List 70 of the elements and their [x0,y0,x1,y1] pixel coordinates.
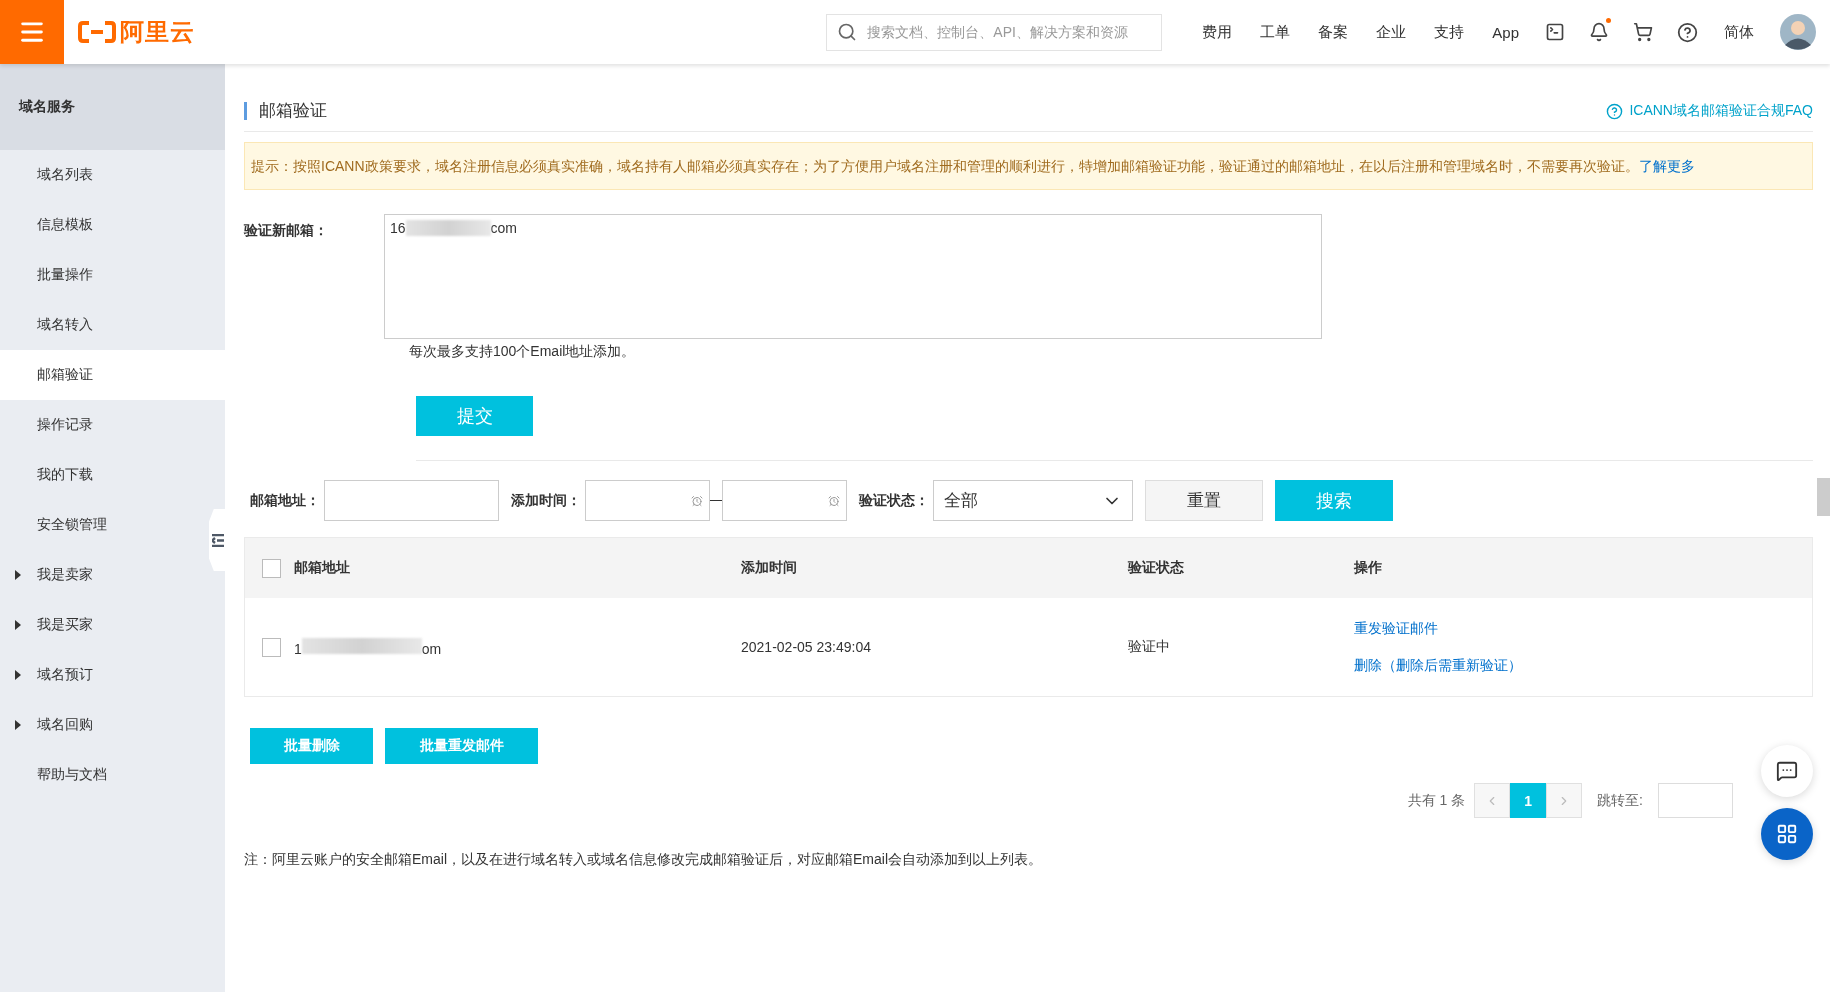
search-field[interactable]: 搜索文档、控制台、API、解决方案和资源 [826,13,1163,51]
sidebar-item[interactable]: 操作记录 [0,400,207,450]
sidebar-item[interactable]: 批量操作 [0,250,207,300]
help-icon [1606,102,1624,120]
sidebar-item[interactable]: 域名预订 [0,650,207,700]
logo-text: 阿里云 [120,17,195,47]
bell-icon [1589,22,1609,42]
clock-icon [691,494,703,507]
grid-icon [1776,823,1798,845]
column-header: 验证状态 [1128,559,1185,577]
terminal-icon [1545,22,1565,42]
action-link[interactable]: 删除（删除后需重新验证） [1354,656,1812,675]
sidebar-item[interactable]: 信息模板 [0,200,207,250]
chat-button[interactable] [1761,745,1813,797]
language-link[interactable]: 简体 [1710,22,1768,42]
collapse-handle[interactable] [209,509,225,571]
nav-link[interactable]: 企业 [1362,22,1421,42]
table-cell-text: 2021-02-05 23:49:04 [741,639,872,655]
row-checkbox[interactable] [262,637,281,657]
column-header: 添加时间 [741,559,798,577]
page-title: 邮箱验证 [244,102,327,120]
footnote-text: 注：阿里云账户的安全邮箱Email，以及在进行域名转入或域名信息修改完成邮箱验证后，对应邮箱Email会自动添加到以上列表。 [244,851,1043,869]
sidebar-item[interactable]: 域名转入 [0,300,207,350]
cart-icon [1633,22,1653,42]
email-cell: 1 om [294,637,442,657]
help-icon [1677,21,1698,43]
jump-field[interactable] [1658,783,1733,818]
sidebar-title: 域名服务 [0,64,225,150]
status-select[interactable]: 全部 [933,480,1133,521]
filter-label: 添加时间： [511,491,581,510]
filter-label: 邮箱地址： [250,491,320,510]
collapse-icon [212,533,224,547]
sidebar-item[interactable]: 我是买家 [0,600,207,650]
nav-link[interactable]: 支持 [1420,22,1479,42]
learn-more-link[interactable]: 了解更多 [1638,158,1695,174]
sidebar-item[interactable]: 安全锁管理 [0,500,207,550]
field-label: 验证新邮箱： [244,221,329,240]
notice-text: 提示：按照ICANN政策要求，域名注册信息必须真实准确，域名持有人邮箱必须真实存在；为了方便用户域名注册和管理的顺利进行，特增加邮箱验证功能，验证通过的邮箱地址，在以后注册和管理域名时，不需要再次验证。了解更多 [244,142,1813,190]
email-textarea[interactable]: 16 com [384,214,1322,339]
nav-link[interactable]: App [1478,23,1533,41]
sidebar-item[interactable]: 我是卖家 [0,550,207,600]
action-link[interactable]: 重发验证邮件 [1354,619,1812,638]
chat-icon [1776,760,1798,782]
column-header: 邮箱地址 [294,559,350,577]
column-header: 操作 [1353,559,1383,577]
sidebar-item[interactable]: 帮助与文档 [0,750,207,800]
hint-text: 每次最多支持100个Email地址添加。 [409,343,637,361]
select-all-checkbox[interactable] [262,558,281,578]
nav-link[interactable]: 费用 [1188,22,1247,42]
sidebar-item[interactable]: 域名回购 [0,700,207,750]
prev-page-button[interactable] [1474,783,1511,818]
end-date-field[interactable] [722,480,847,521]
table-cell-text: 验证中 [1128,638,1171,656]
search-icon [837,22,858,42]
apps-button[interactable] [1761,808,1813,860]
sidebar-item[interactable]: 我的下载 [0,450,207,500]
email-filter-field[interactable] [324,480,499,521]
total-count: 共有 1 条 [1407,791,1466,810]
logo-icon [78,21,116,43]
nav-link[interactable]: 工单 [1246,22,1305,42]
start-date-field[interactable] [585,480,710,521]
reset-button[interactable]: 重置 [1145,480,1263,521]
scrollbar-thumb[interactable] [1817,478,1830,516]
clock-icon [828,494,840,507]
jump-label: 跳转至: [1597,791,1643,810]
menu-button[interactable] [0,0,64,64]
avatar[interactable] [1780,14,1816,50]
sidebar-item[interactable]: 域名列表 [0,150,207,200]
filter-label: 验证状态： [859,491,929,510]
nav-link[interactable]: 备案 [1304,22,1363,42]
